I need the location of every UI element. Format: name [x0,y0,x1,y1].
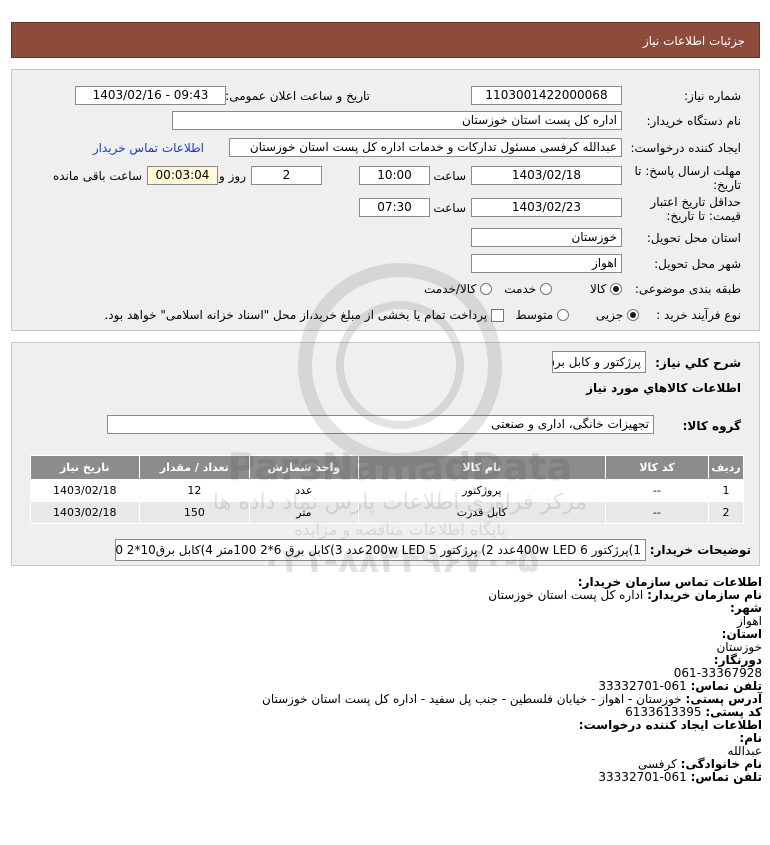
buyer-contact-link[interactable]: اطلاعات تماس خریدار [93,141,204,155]
goods-group-field: تجهیزات خانگی، اداری و صنعتی [107,415,654,434]
province-label: استان محل تحویل: [646,231,741,245]
last-name-label: نام خانوادگی: [680,757,762,771]
postal-code-value: 6133613395 [625,705,702,719]
table-cell: متر [249,501,359,524]
radio-selected-icon[interactable] [610,283,622,295]
radio-icon[interactable] [540,283,552,295]
table-row: 2 -- کابل قدرت متر 150 1403/02/18 [30,501,744,524]
postal-code-label: کد پستی: [705,705,762,719]
contact-city: اهواز [737,614,762,628]
goods-table: ردیف کد کالا نام کالا واحد شمارش تعداد /… [30,455,744,524]
buyer-name: اداره کل پست استان خوزستان [488,588,644,602]
address-label: آدرس پستی: [685,692,762,706]
treasury-payment-option[interactable]: پرداخت تمام یا بخشی از مبلغ خرید،از محل … [104,308,504,322]
last-name-value: کرفسی [638,757,677,771]
city-field: اهواز [471,254,622,273]
phone-value: 061-33332701 [598,679,687,693]
buyer-name-label: نام سازمان خریدار: [647,588,762,602]
buyer-org-field: اداره کل پست استان خوزستان [172,111,622,130]
contact-city-label: شهر: [730,601,762,615]
table-cell: 12 [138,479,251,502]
process-label: نوع فرآیند خرید : [656,308,741,322]
table-row: 1 -- پروژکتور عدد 12 1403/02/18 [30,479,744,502]
need-number-field: 1103001422000068 [471,86,622,105]
creator-contact-title: اطلاعات ایجاد کننده درخواست: [578,718,762,732]
deadline-time-field: 10:00 [359,166,430,185]
buyer-notes-field: 1)پرژکتور 400w LED 6عدد 2) پرژکتور 200w … [115,539,646,561]
creator-label: ایجاد کننده درخواست: [630,141,741,155]
deadline-label-2: تاریخ: [713,178,741,192]
table-cell: -- [604,501,710,524]
address-value: خوزستان - اهواز - خیابان فلسطین - جنب پل… [262,692,682,706]
goods-group-label: گروه کالا: [682,419,741,433]
summary-label: شرح کلي نياز: [655,356,741,370]
col-row: ردیف [708,455,744,480]
deadline-time-label: ساعت [433,169,466,183]
table-cell: 150 [138,501,251,524]
city-label: شهر محل تحویل: [654,257,741,271]
validity-label-2: قیمت: تا تاریخ: [666,209,741,223]
table-cell: -- [604,479,710,502]
page-title: جزئیات اطلاعات نیاز [642,34,745,48]
validity-label: حداقل تاریخ اعتبار [650,195,741,209]
fax-label: دورنگار: [713,653,762,667]
col-unit: واحد شمارش [249,455,359,480]
contact-province: خوزستان [716,640,762,654]
days-label: روز و [219,169,246,183]
announce-label: تاریخ و ساعت اعلان عمومی: [225,89,370,103]
first-name-label: نام: [739,731,762,745]
page-header: جزئیات اطلاعات نیاز [11,22,760,58]
table-cell: کابل قدرت [357,501,606,524]
category-option-goods[interactable]: کالا [590,282,622,296]
creator-field: عبدالله کرفسی مسئول تدارکات و خدمات ادار… [229,138,622,157]
radio-icon[interactable] [557,309,569,321]
first-name-value: عبدالله [727,744,762,758]
creator-phone-label: تلفن تماس: [690,770,762,784]
table-cell: عدد [249,479,359,502]
process-option-medium[interactable]: متوسط [515,308,569,322]
table-cell: 2 [708,501,744,524]
table-cell: پروژکتور [357,479,606,502]
deadline-date-field: 1403/02/18 [471,166,622,185]
checkbox-icon[interactable] [491,309,504,322]
need-number-label: شماره نیاز: [684,89,741,103]
radio-selected-icon[interactable] [627,309,639,321]
buyer-notes-label: توضیحات خریدار: [649,543,751,557]
need-description-panel: شرح کلي نياز: پرژکتور و کابل برق اطلاعات… [11,342,760,566]
table-cell: 1403/02/18 [30,479,140,502]
col-name: نام کالا [357,455,606,480]
validity-date-field: 1403/02/23 [471,198,622,217]
creator-phone-value: 061-33332701 [598,770,687,784]
radio-icon[interactable] [480,283,492,295]
category-label: طبقه بندی موضوعی: [634,282,741,296]
process-option-minor[interactable]: جزیی [596,308,639,322]
deadline-label: مهلت ارسال پاسخ: تا [634,164,741,178]
phone-label: تلفن تماس: [690,679,762,693]
summary-field: پرژکتور و کابل برق [552,351,646,373]
table-cell: 1 [708,479,744,502]
time-remaining-label: ساعت باقی مانده [52,169,142,183]
contact-province-label: استان: [721,627,762,641]
col-code: کد کالا [604,455,710,480]
col-quantity: تعداد / مقدار [138,455,251,480]
validity-time-field: 07:30 [359,198,430,217]
col-date: تاریخ نیاز [30,455,140,480]
buyer-org-label: نام دستگاه خریدار: [646,114,742,128]
contact-info: اطلاعات تماس سازمان خریدار: نام سازمان خ… [2,576,762,784]
province-field: خوزستان [471,228,622,247]
category-option-goods-service[interactable]: کالا/خدمت [424,282,492,296]
need-details-panel: شماره نیاز: 1103001422000068 تاریخ و ساع… [11,69,760,331]
goods-info-title: اطلاعات کالاهاي مورد نياز [586,381,741,395]
validity-time-label: ساعت [433,201,466,215]
days-remaining-field: 2 [251,166,322,185]
fax-value: 061-33367928 [673,666,762,680]
time-remaining-field: 00:03:04 [147,166,218,185]
announce-field: 1403/02/16 - 09:43 [75,86,226,105]
category-option-service[interactable]: خدمت [504,282,552,296]
table-cell: 1403/02/18 [30,501,140,524]
